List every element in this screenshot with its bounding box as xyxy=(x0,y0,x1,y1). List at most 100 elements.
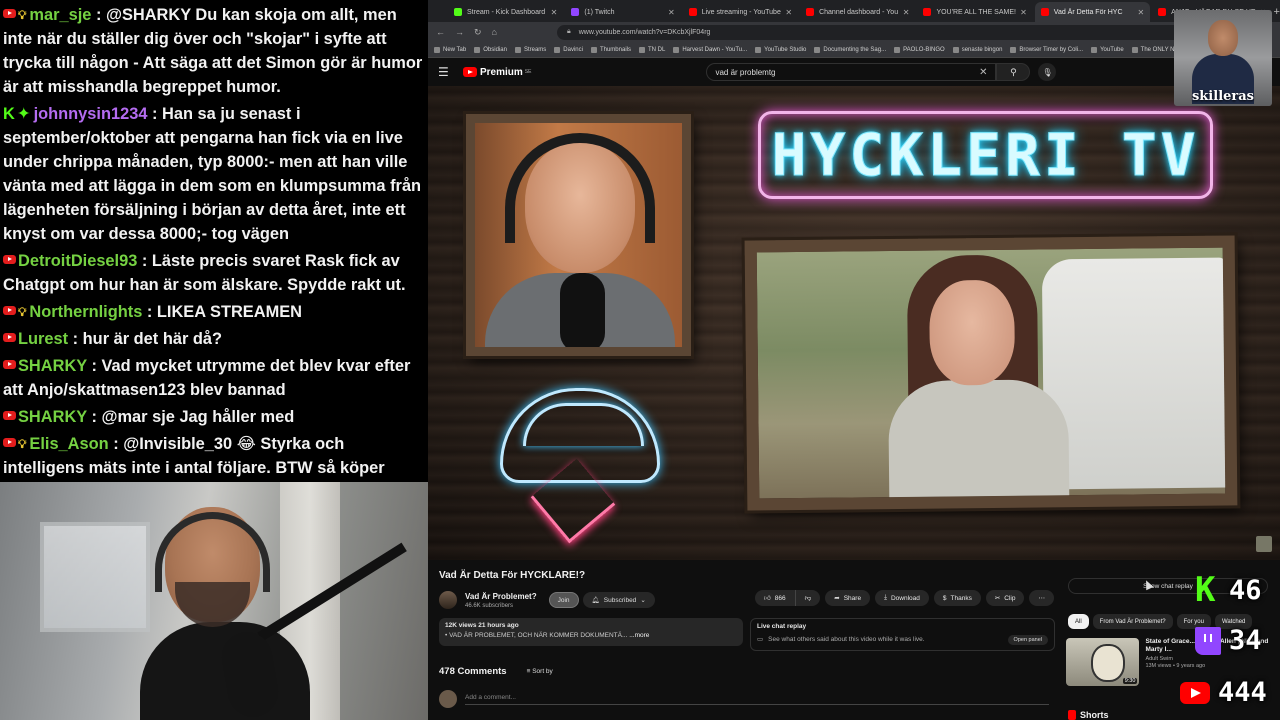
bookmark-item[interactable]: Obsidian xyxy=(474,46,507,53)
chat-overlay: 💡︎ mar_sje : @SHARKY Du kan skoja om allt… xyxy=(0,0,428,482)
hamburger-icon[interactable]: ☰ xyxy=(438,65,463,79)
bookmark-label: TN DL xyxy=(647,46,666,53)
browser-tab[interactable]: YOU'RE ALL THE SAME! ✕ xyxy=(917,2,1032,22)
bookmark-icon xyxy=(1131,46,1138,53)
address-bar: ← → ↻ ⌂ 🔒︎ www.youtube.com/watch?v=DKcbX… xyxy=(428,22,1280,42)
bookmark-item[interactable]: Thumbnails xyxy=(590,46,631,53)
thanks-label: Thanks xyxy=(950,594,972,602)
new-tab-button[interactable]: + xyxy=(1274,2,1280,22)
close-icon[interactable]: ✕ xyxy=(781,8,792,17)
channel-name[interactable]: Vad Är Problemet? xyxy=(465,592,537,601)
download-icon: ⤓ xyxy=(884,594,887,601)
bookmark-item[interactable]: Documenting the Sag... xyxy=(814,46,886,53)
youtube-icon xyxy=(3,438,16,447)
bookmark-icon xyxy=(755,46,762,53)
live-chat-desc: See what others said about this video wh… xyxy=(768,635,925,643)
neon-sign: HYCKLERI TV xyxy=(758,111,1213,199)
back-icon[interactable]: ← xyxy=(436,27,445,37)
tab-favicon-icon xyxy=(571,8,580,16)
chat-username: SHARKY xyxy=(18,357,87,375)
close-icon[interactable]: ✕ xyxy=(1133,8,1144,17)
thanks-button[interactable]: $ Thanks xyxy=(933,590,981,606)
framed-picture-host xyxy=(466,114,691,356)
chat-username: DetroitDiesel93 xyxy=(18,252,138,270)
sort-by-button[interactable]: ≡ Sort by xyxy=(527,668,553,675)
description-text: • VAD ÄR PROBLEMET, OCH NÄR KOMMER DOKUM… xyxy=(445,632,628,639)
comment-input[interactable]: Add a comment... xyxy=(465,694,1049,705)
bookmark-icon xyxy=(434,46,440,53)
open-panel-button[interactable]: Open panel xyxy=(1007,635,1048,645)
bookmark-item[interactable]: Streams xyxy=(514,46,546,53)
headphones-icon xyxy=(505,133,655,243)
clip-label: Clip xyxy=(1004,594,1016,602)
browser-window: Stream - Kick Dashboard ✕ (1) Twitch ✕ Live … xyxy=(428,0,1280,720)
more-actions-button[interactable]: ⋯ xyxy=(1029,590,1054,606)
search-icon: ⚲ xyxy=(1010,66,1017,77)
like-dislike-group: 👍︎ 866 👎︎ xyxy=(755,590,821,606)
bookmark-item[interactable]: YouTube Studio xyxy=(755,46,806,53)
clear-icon[interactable]: ✕ xyxy=(979,67,987,78)
description-more[interactable]: ...more xyxy=(629,632,649,639)
reload-icon[interactable]: ↻ xyxy=(474,27,482,38)
subscribed-button[interactable]: 🔔︎ Subscribed ⌄ xyxy=(582,592,655,608)
browser-tab[interactable]: (1) Twitch ✕ xyxy=(565,2,680,22)
filter-chip[interactable]: All xyxy=(1068,614,1089,629)
close-icon[interactable]: ✕ xyxy=(664,8,675,17)
browser-tab[interactable]: Live streaming - YouTube ✕ xyxy=(683,2,798,22)
filter-chip[interactable]: From Vad Är Problemet? xyxy=(1092,614,1173,629)
home-icon[interactable]: ⌂ xyxy=(492,27,497,37)
share-button[interactable]: ➦ Share xyxy=(825,590,871,606)
tab-favicon-icon xyxy=(454,8,462,16)
chat-text: : LIKEA STREAMEN xyxy=(146,303,302,321)
bookmark-item[interactable]: Harvest Dawn - YouTu... xyxy=(673,46,748,53)
recommended-thumbnail[interactable]: 9:30 xyxy=(1066,638,1140,686)
bookmark-item[interactable]: New Tab xyxy=(434,46,466,53)
close-icon[interactable]: ✕ xyxy=(547,8,558,17)
bookmark-item[interactable]: PAOLO-BINGO xyxy=(894,46,945,53)
youtube-icon xyxy=(3,411,16,420)
url-field[interactable]: 🔒︎ www.youtube.com/watch?v=DKcbXjlF04rg xyxy=(556,24,1254,40)
browser-tab[interactable]: Channel dashboard - You ✕ xyxy=(800,2,915,22)
dislike-button[interactable]: 👎︎ xyxy=(795,590,821,606)
video-duration: 9:30 xyxy=(1122,678,1138,684)
tab-label: Vad Är Detta För HYC xyxy=(1053,8,1123,16)
bookmark-item[interactable]: Browser Timer by Coli... xyxy=(1010,46,1083,53)
search-input[interactable]: vad är problemtg ✕ xyxy=(706,63,997,81)
bookmark-icon xyxy=(554,46,561,53)
video-player[interactable]: HYCKLERI TV xyxy=(428,86,1280,560)
browser-tab[interactable]: Vad Är Detta För HYC ✕ xyxy=(1034,2,1151,22)
download-button[interactable]: ⤓ Download xyxy=(875,590,929,606)
lightbulb-icon: 💡︎ xyxy=(18,305,27,319)
logo-text: Premium xyxy=(480,66,523,78)
close-icon[interactable]: ✕ xyxy=(1016,8,1027,17)
bookmark-item[interactable]: Davinci xyxy=(554,46,583,53)
description-box[interactable]: 12K views 21 hours ago • VAD ÄR PROBLEME… xyxy=(439,618,743,646)
channel-info: Vad Är Problemet? 46.6K subscribers xyxy=(465,592,537,609)
forward-icon[interactable]: → xyxy=(455,27,464,37)
share-label: Share xyxy=(843,594,862,602)
clip-button[interactable]: ✂ Clip xyxy=(985,590,1025,606)
chat-username: SHARKY xyxy=(18,408,87,426)
bookmark-icon xyxy=(514,46,521,53)
chat-message: DetroitDiesel93 : Läste precis svaret Ra… xyxy=(3,249,424,297)
browser-tab[interactable]: Stream - Kick Dashboard ✕ xyxy=(448,2,563,22)
voice-search-button[interactable]: 🎙︎ xyxy=(1038,63,1057,81)
tab-label: Channel dashboard - You xyxy=(819,8,899,16)
youtube-logo[interactable]: Premium SE xyxy=(463,67,531,78)
bookmark-item[interactable]: senaste bingon xyxy=(952,46,1002,53)
bookmark-icon xyxy=(894,46,901,53)
youtube-icon xyxy=(3,306,16,315)
bookmark-item[interactable]: YouTube xyxy=(1091,46,1124,53)
bookmark-icon xyxy=(1091,46,1098,53)
search-button[interactable]: ⚲ xyxy=(996,63,1031,81)
like-button[interactable]: 👍︎ 866 xyxy=(755,590,796,606)
bookmarks-bar: New Tab Obsidian Streams Davinci Thumbnails T… xyxy=(428,42,1280,58)
join-button[interactable]: Join xyxy=(548,592,579,608)
lightbulb-icon: 💡︎ xyxy=(18,8,27,22)
streamer-webcam xyxy=(0,482,428,720)
woman-body xyxy=(888,379,1070,502)
close-icon[interactable]: ✕ xyxy=(899,8,910,17)
bookmark-item[interactable]: TN DL xyxy=(638,46,666,53)
bookmark-label: Harvest Dawn - YouTu... xyxy=(682,46,748,53)
channel-avatar[interactable] xyxy=(439,591,457,609)
